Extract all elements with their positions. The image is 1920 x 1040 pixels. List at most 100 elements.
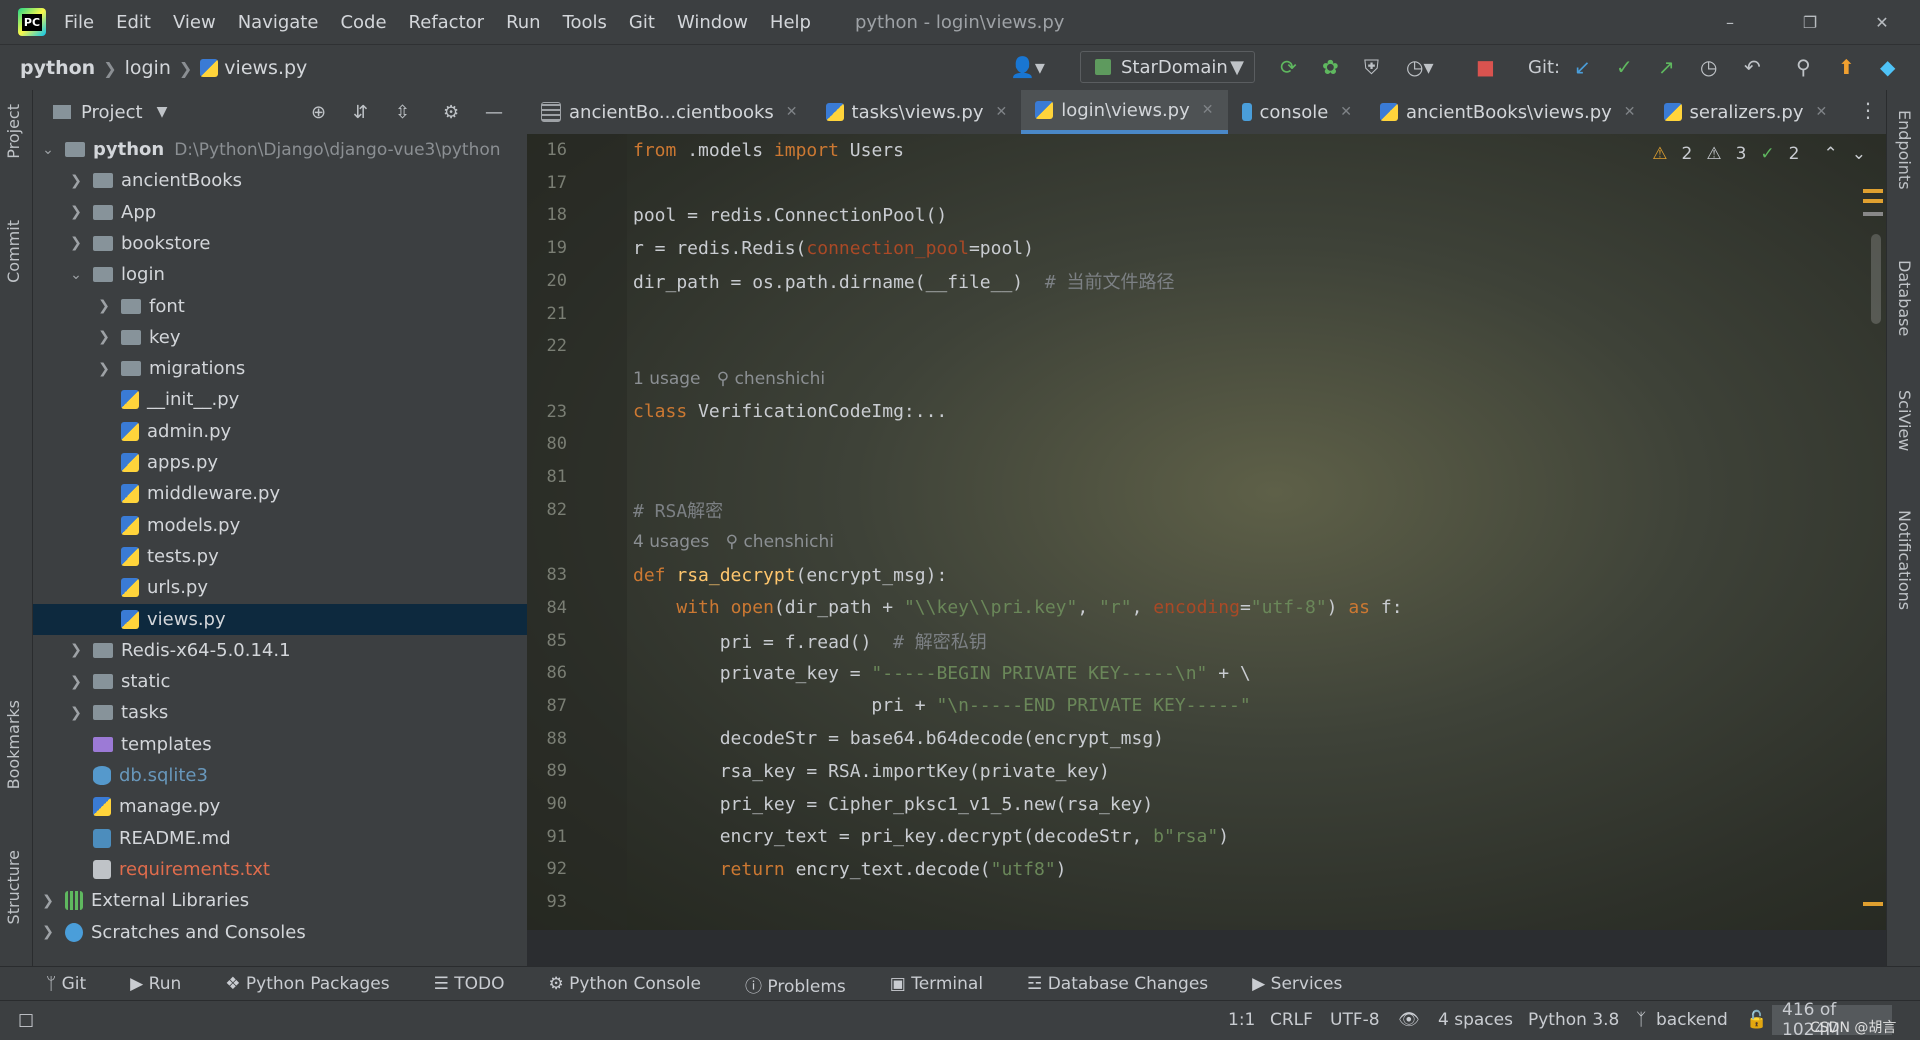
- tool-terminal[interactable]: ▣ Terminal: [890, 974, 983, 994]
- vertical-scrollbar[interactable]: [1871, 234, 1881, 324]
- file-encoding[interactable]: UTF-8: [1330, 1010, 1380, 1030]
- jetbrains-ai-icon[interactable]: ◆: [1880, 55, 1895, 79]
- search-icon[interactable]: ⚲: [1796, 55, 1811, 79]
- minimize-icon[interactable]: –: [1700, 0, 1760, 44]
- hide-panel-icon[interactable]: —: [485, 102, 503, 123]
- chevron-right-icon[interactable]: ❯: [69, 642, 83, 658]
- expand-all-icon[interactable]: ⇵: [353, 102, 368, 123]
- chevron-right-icon[interactable]: ❯: [69, 173, 83, 189]
- git-push-icon[interactable]: ↗: [1658, 55, 1675, 79]
- editor-tab[interactable]: seralizers.py ✕: [1650, 90, 1842, 134]
- indent-setting[interactable]: 4 spaces: [1438, 1010, 1513, 1030]
- code-text[interactable]: encry_text = pri_key.decrypt(decodeStr, …: [633, 826, 1229, 847]
- tab-notifications[interactable]: Notifications: [1895, 510, 1914, 610]
- code-text[interactable]: private_key = "-----BEGIN PRIVATE KEY---…: [633, 663, 1251, 684]
- code-text[interactable]: r = redis.Redis(connection_pool=pool): [633, 238, 1034, 259]
- menu-navigate[interactable]: Navigate: [238, 12, 319, 33]
- tab-bookmarks[interactable]: Bookmarks: [4, 700, 23, 789]
- error-stripe-marker[interactable]: [1863, 199, 1883, 203]
- project-panel-title[interactable]: Project: [81, 102, 143, 123]
- gear-icon[interactable]: ⚙: [443, 102, 459, 123]
- line-separator[interactable]: CRLF: [1270, 1010, 1313, 1030]
- tab-commit[interactable]: Commit: [4, 220, 23, 283]
- more-tabs-icon[interactable]: ⋮: [1858, 98, 1878, 122]
- collapse-all-icon[interactable]: ⇳: [395, 102, 410, 123]
- git-commit-icon[interactable]: ✓: [1616, 55, 1633, 79]
- chevron-down-icon[interactable]: ⌄: [69, 267, 83, 283]
- tree-item[interactable]: apps.py: [33, 447, 591, 478]
- error-stripe-marker[interactable]: [1863, 902, 1883, 906]
- tree-item[interactable]: ❯ Redis-x64-5.0.14.1: [33, 635, 563, 666]
- menu-file[interactable]: File: [64, 12, 94, 33]
- tree-item[interactable]: tests.py: [33, 541, 591, 572]
- close-tab-icon[interactable]: ✕: [1624, 104, 1636, 120]
- tree-item[interactable]: ❯ External Libraries: [33, 885, 535, 916]
- tool-git[interactable]: ᛘ Git: [46, 974, 86, 994]
- menu-code[interactable]: Code: [340, 12, 386, 33]
- code-text[interactable]: rsa_key = RSA.importKey(private_key): [633, 761, 1110, 782]
- chevron-right-icon[interactable]: ❯: [97, 329, 111, 345]
- code-text[interactable]: # RSA解密: [633, 497, 723, 523]
- rerun-icon[interactable]: ⟳: [1280, 55, 1297, 79]
- tree-item[interactable]: ⌄ login: [33, 259, 563, 290]
- tool-problems[interactable]: ⓘ Problems: [745, 972, 846, 997]
- code-editor[interactable]: 16 from .models import Users 17 18 pool = re…: [527, 134, 1886, 930]
- close-tab-icon[interactable]: ✕: [1816, 104, 1828, 120]
- usage-hint[interactable]: 1 usage ⚲ chenshichi: [633, 369, 825, 389]
- code-text[interactable]: pri + "\n-----END PRIVATE KEY-----": [633, 695, 1250, 716]
- locate-file-icon[interactable]: ⊕: [311, 102, 326, 123]
- git-update-icon[interactable]: ↙: [1574, 55, 1591, 79]
- chevron-right-icon[interactable]: ❯: [41, 924, 55, 940]
- close-icon[interactable]: ✕: [1852, 0, 1912, 44]
- tab-structure[interactable]: Structure: [4, 850, 23, 924]
- code-text[interactable]: decodeStr = base64.b64decode(encrypt_msg…: [633, 728, 1164, 749]
- editor-tab[interactable]: tasks\views.py ✕: [812, 90, 1022, 134]
- tree-item[interactable]: ❯ font: [33, 291, 591, 322]
- chevron-right-icon[interactable]: ❯: [69, 204, 83, 220]
- run-configuration-select[interactable]: StarDomain ▼: [1080, 51, 1255, 83]
- tool-database-changes[interactable]: ☲ Database Changes: [1027, 974, 1208, 994]
- tree-item[interactable]: urls.py: [33, 572, 591, 603]
- tree-item[interactable]: ❯ ancientBooks: [33, 165, 563, 196]
- menu-view[interactable]: View: [173, 12, 216, 33]
- profile-icon[interactable]: ◷▾: [1406, 55, 1434, 79]
- tree-item[interactable]: ❯ tasks: [33, 697, 563, 728]
- editor-tab[interactable]: console ✕: [1228, 90, 1367, 134]
- editor-tab[interactable]: ancientBooks\views.py ✕: [1366, 90, 1649, 134]
- menu-tools[interactable]: Tools: [563, 12, 607, 33]
- menu-window[interactable]: Window: [677, 12, 748, 33]
- breadcrumb-project[interactable]: python: [20, 57, 95, 79]
- tree-item[interactable]: README.md: [33, 823, 563, 854]
- tree-item[interactable]: models.py: [33, 510, 591, 541]
- python-interpreter[interactable]: Python 3.8: [1528, 1010, 1619, 1030]
- tree-item[interactable]: admin.py: [33, 416, 591, 447]
- tool-python-packages[interactable]: ❖ Python Packages: [225, 974, 389, 994]
- chevron-right-icon[interactable]: ❯: [41, 893, 55, 909]
- editor-tab[interactable]: login\views.py ✕: [1021, 90, 1228, 134]
- breadcrumb-folder[interactable]: login: [125, 57, 171, 79]
- menu-help[interactable]: Help: [770, 12, 811, 33]
- update-icon[interactable]: ⬆: [1838, 55, 1855, 79]
- code-text[interactable]: pri_key = Cipher_pksc1_v1_5.new(rsa_key): [633, 794, 1153, 815]
- debug-icon[interactable]: ✿: [1322, 55, 1339, 79]
- tree-item[interactable]: middleware.py: [33, 478, 591, 509]
- error-stripe-marker[interactable]: [1863, 189, 1883, 193]
- error-stripe-marker[interactable]: [1863, 212, 1883, 216]
- lock-icon[interactable]: 🔓: [1746, 1010, 1767, 1030]
- close-tab-icon[interactable]: ✕: [1340, 104, 1352, 120]
- inspection-widget[interactable]: ⚠ 2 ⚠ 3 ✓ 2 ⌃ ⌄: [1652, 144, 1866, 164]
- chevron-right-icon[interactable]: ❯: [97, 361, 111, 377]
- tab-database[interactable]: Database: [1895, 260, 1914, 336]
- tree-item[interactable]: ❯ App: [33, 197, 563, 228]
- readonly-toggle-icon[interactable]: 👁: [1398, 1010, 1420, 1030]
- chevron-down-icon[interactable]: ⌄: [1852, 144, 1866, 164]
- tree-item[interactable]: ⌄ python D:\Python\Django\django-vue3\pyth…: [33, 134, 535, 165]
- coverage-icon[interactable]: ⛨: [1364, 55, 1379, 79]
- breadcrumb-file[interactable]: views.py: [224, 57, 307, 79]
- tool-services[interactable]: ▶ Services: [1252, 974, 1342, 994]
- editor-tab[interactable]: ancientBo...cientbooks ✕: [527, 90, 812, 134]
- history-icon[interactable]: ◷: [1700, 55, 1717, 79]
- tree-item[interactable]: templates: [33, 729, 563, 760]
- stop-icon[interactable]: ■: [1476, 55, 1495, 79]
- menu-run[interactable]: Run: [506, 12, 541, 33]
